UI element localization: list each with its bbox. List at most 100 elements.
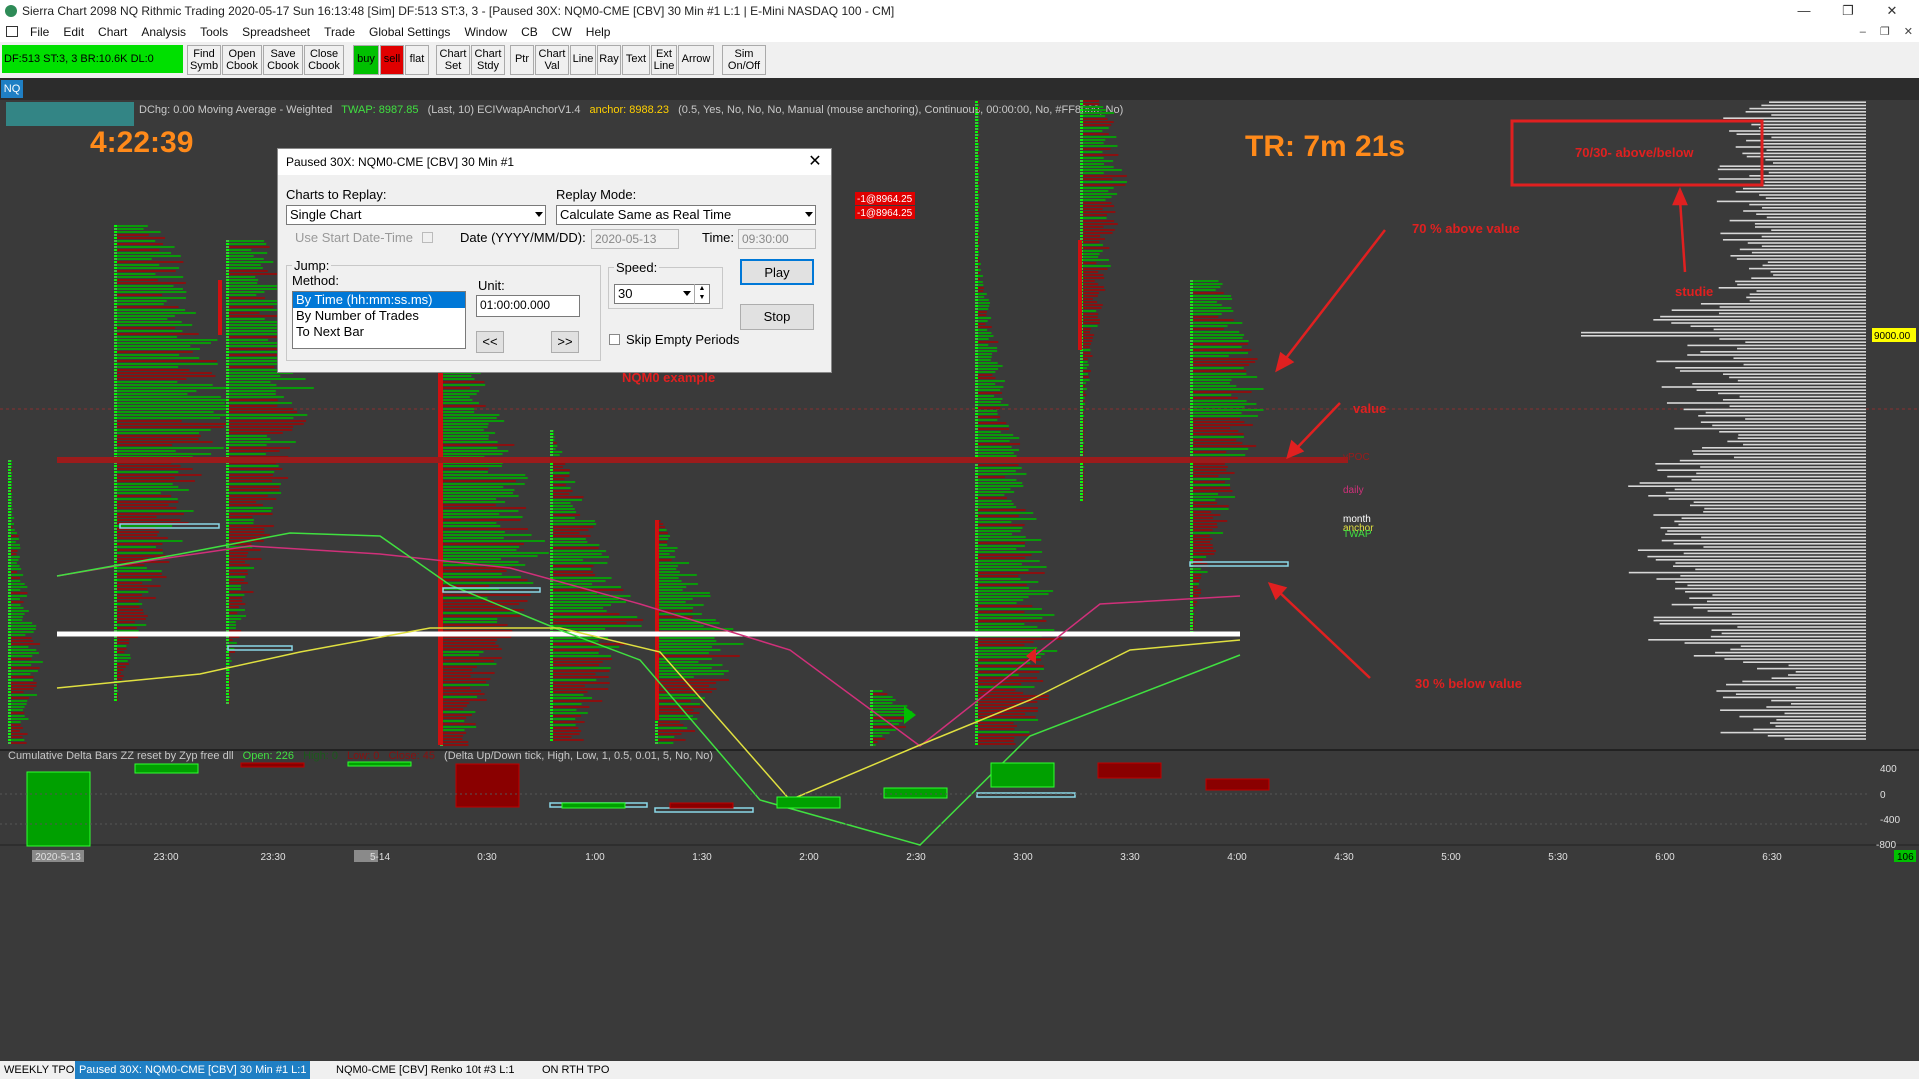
tpo-bar xyxy=(440,558,502,560)
close-chartbook-button[interactable]: Close Cbook xyxy=(304,45,344,75)
arrow-tool-button[interactable]: Arrow xyxy=(678,45,714,75)
profile-bar xyxy=(1696,389,1866,391)
speed-combo[interactable]: 30 ▲ ▼ xyxy=(614,284,710,304)
dialog-close-icon[interactable]: ✕ xyxy=(805,152,825,172)
play-button[interactable]: Play xyxy=(740,259,814,285)
profile-bar xyxy=(1667,475,1866,478)
speed-spinner[interactable]: ▲ ▼ xyxy=(694,284,709,304)
tpo-bar xyxy=(975,377,996,379)
tpo-bar xyxy=(226,327,229,329)
maximize-button[interactable]: ❐ xyxy=(1828,0,1868,22)
tpo-bar xyxy=(440,492,514,494)
tpo-bar xyxy=(1190,394,1232,396)
menu-item-cw[interactable]: CW xyxy=(552,22,572,42)
skip-empty-checkbox[interactable] xyxy=(609,334,620,345)
tab-paused-chart[interactable]: Paused 30X: NQM0-CME [CBV] 30 Min #1 L:1 xyxy=(75,1061,311,1079)
method-option[interactable]: To Next Bar xyxy=(293,324,465,340)
menu-item-trade[interactable]: Trade xyxy=(324,22,355,42)
tpo-bar xyxy=(1190,406,1193,408)
tpo-bar xyxy=(226,252,229,254)
minimize-button[interactable]: — xyxy=(1784,0,1824,22)
profile-bar xyxy=(1674,520,1866,523)
flat-button[interactable]: flat xyxy=(405,45,429,75)
text-tool-button[interactable]: Text xyxy=(622,45,650,75)
tpo-bar xyxy=(655,664,723,666)
unit-input[interactable]: 01:00:00.000 xyxy=(476,295,580,317)
document-icon[interactable] xyxy=(6,26,18,37)
tab-renko-chart[interactable]: NQM0-CME [CBV] Renko 10t #3 L:1 xyxy=(332,1061,519,1079)
jump-back-button[interactable]: << xyxy=(476,331,504,353)
menu-item-edit[interactable]: Edit xyxy=(63,22,84,42)
tpo-bar xyxy=(1080,202,1083,204)
order-tag-1[interactable]: -1@8964.25 xyxy=(857,194,913,205)
pointer-tool-button[interactable]: Ptr xyxy=(510,45,534,75)
use-start-date-checkbox[interactable] xyxy=(422,232,433,243)
profile-bar xyxy=(1706,600,1866,603)
tpo-bar xyxy=(1190,316,1193,318)
tpo-bar xyxy=(550,703,553,705)
tpo-bar xyxy=(975,368,999,370)
tpo-bar xyxy=(975,566,1047,568)
profile-bar xyxy=(1747,242,1866,244)
tpo-bar xyxy=(8,544,11,546)
charts-to-replay-select[interactable]: Single Chart xyxy=(286,205,546,225)
buy-button[interactable]: buy xyxy=(353,45,379,75)
profile-bar xyxy=(1696,472,1866,475)
tpo-bar xyxy=(550,730,553,732)
tpo-bar xyxy=(8,583,11,585)
sim-mode-toggle[interactable]: Sim On/Off xyxy=(722,45,766,75)
menu-item-cb[interactable]: CB xyxy=(521,22,538,42)
menu-item-chart[interactable]: Chart xyxy=(98,22,127,42)
tpo-bar xyxy=(226,609,229,611)
mdi-minimize-button[interactable]: – xyxy=(1860,22,1866,42)
method-option[interactable]: By Time (hh:mm:ss.ms) xyxy=(293,292,465,308)
stop-button[interactable]: Stop xyxy=(740,304,814,330)
tpo-bar xyxy=(1080,202,1112,204)
tpo-bar xyxy=(226,381,229,383)
tpo-bar xyxy=(1080,493,1083,495)
close-button[interactable]: ✕ xyxy=(1872,0,1912,22)
menu-item-window[interactable]: Window xyxy=(464,22,507,42)
order-tag-2[interactable]: -1@8964.25 xyxy=(857,208,913,219)
menu-item-analysis[interactable]: Analysis xyxy=(141,22,186,42)
menu-item-file[interactable]: File xyxy=(30,22,49,42)
tpo-bar xyxy=(114,402,225,404)
jump-forward-button[interactable]: >> xyxy=(551,331,579,353)
tpo-bar xyxy=(655,613,702,615)
menu-item-spreadsheet[interactable]: Spreadsheet xyxy=(242,22,310,42)
tpo-bar xyxy=(975,206,978,208)
chart-studies-button[interactable]: Chart Stdy xyxy=(471,45,505,75)
menu-item-help[interactable]: Help xyxy=(586,22,611,42)
tpo-bar xyxy=(226,258,229,260)
time-input[interactable]: 09:30:00 xyxy=(738,229,816,249)
tab-weekly-tpo[interactable]: WEEKLY TPO xyxy=(0,1061,78,1079)
open-chartbook-button[interactable]: Open Cbook xyxy=(222,45,262,75)
method-option[interactable]: By Number of Trades xyxy=(293,308,465,324)
save-chartbook-button[interactable]: Save Cbook xyxy=(263,45,303,75)
tpo-bar xyxy=(440,555,538,557)
replay-mode-select[interactable]: Calculate Same as Real Time xyxy=(556,205,816,225)
extended-line-tool-button[interactable]: Ext Line xyxy=(651,45,677,75)
tpo-bar xyxy=(975,731,1030,733)
mdi-restore-button[interactable]: ❐ xyxy=(1880,22,1890,42)
menu-item-global-settings[interactable]: Global Settings xyxy=(369,22,450,42)
line-tool-button[interactable]: Line xyxy=(570,45,596,75)
ray-tool-button[interactable]: Ray xyxy=(597,45,621,75)
method-list[interactable]: By Time (hh:mm:ss.ms) By Number of Trade… xyxy=(292,291,466,349)
menu-item-tools[interactable]: Tools xyxy=(200,22,228,42)
tpo-bar xyxy=(550,541,588,543)
chart-settings-button[interactable]: Chart Set xyxy=(436,45,470,75)
mdi-close-button[interactable]: ✕ xyxy=(1904,22,1913,42)
date-input[interactable]: 2020-05-13 xyxy=(591,229,679,249)
profile-bar xyxy=(1684,642,1866,644)
tpo-bar xyxy=(550,721,553,723)
tpo-bar xyxy=(550,643,553,645)
tpo-bar xyxy=(226,492,229,494)
chart-values-button[interactable]: Chart Val xyxy=(535,45,569,75)
sell-button[interactable]: sell xyxy=(380,45,404,75)
tab-on-rth-tpo[interactable]: ON RTH TPO xyxy=(538,1061,613,1079)
tpo-bar xyxy=(114,321,117,323)
find-symbol-button[interactable]: Find Symb xyxy=(187,45,221,75)
tpo-bar xyxy=(975,536,978,538)
symbol-tab[interactable]: NQ xyxy=(1,80,23,98)
